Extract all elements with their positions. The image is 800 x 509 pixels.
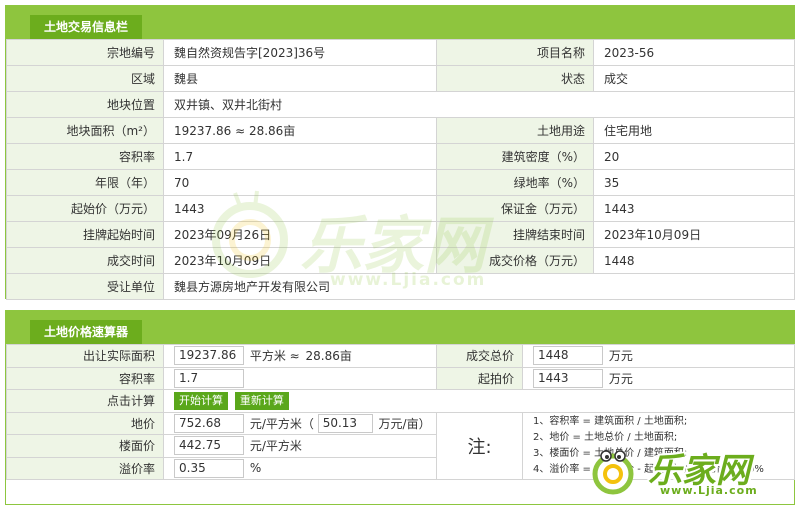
table-row: 受让单位 魏县方源房地产开发有限公司: [6, 273, 795, 300]
field-label: 挂牌结束时间: [436, 221, 594, 248]
table-row: 宗地编号 魏自然资规告字[2023]36号 项目名称 2023-56: [6, 39, 795, 66]
table-row: 点击计算 开始计算 重新计算: [6, 389, 795, 413]
list-item: 2、地价 = 土地总价 / 土地面积;: [533, 431, 678, 443]
price-calculator-panel: 土地价格速算器 出让实际面积 19237.86 平方米 ≈ 28.86亩 成交总…: [5, 310, 795, 505]
field-label: 状态: [436, 65, 594, 92]
reset-calc-button[interactable]: 重新计算: [234, 391, 289, 410]
field-value: 2023年10月09日: [593, 221, 795, 248]
list-item: 3、楼面价 = 土地总价 / 建筑面积;: [533, 447, 688, 459]
field-label: 年限（年）: [6, 169, 164, 196]
field-value: 2023年09月26日: [163, 221, 437, 248]
table-row: 地块位置 双井镇、双井北街村: [6, 91, 795, 118]
field-value: 1443: [593, 195, 795, 222]
table-row: 年限（年） 70 绿地率（%） 35: [6, 169, 795, 196]
table-row: 地价 752.68 元/平方米（ 50.13 万元/亩） 注: 1、容积率 = …: [6, 411, 795, 480]
land-price-mu-input[interactable]: 50.13: [317, 413, 373, 433]
field-label: 挂牌起始时间: [6, 221, 164, 248]
field-value: 魏县: [163, 65, 437, 92]
table-row: 挂牌起始时间 2023年09月26日 挂牌结束时间 2023年10月09日: [6, 221, 795, 248]
far-label: 容积率: [6, 366, 164, 390]
total-input[interactable]: 1448: [533, 346, 603, 366]
list-item: 4、溢价率 = （成交价 - 起拍价）/ 起拍价 × 100%: [533, 463, 764, 475]
area-label: 出让实际面积: [6, 344, 164, 368]
premium-input[interactable]: 0.35: [174, 458, 244, 478]
field-value: 35: [593, 169, 795, 196]
field-value: 1443: [163, 195, 437, 222]
calc-label: 点击计算: [6, 389, 164, 413]
formula-notes: 1、容积率 = 建筑面积 / 土地面积; 2、地价 = 土地总价 / 土地面积;…: [533, 414, 784, 478]
note-label: 注:: [467, 436, 492, 458]
field-value: 70: [163, 169, 437, 196]
area-input[interactable]: 19237.86: [174, 346, 244, 366]
total-label: 成交总价: [436, 344, 523, 368]
field-label: 地块面积（m²）: [6, 117, 164, 144]
field-value: 2023-56: [593, 39, 795, 66]
floor-price-input[interactable]: 442.75: [174, 436, 244, 456]
field-label: 成交时间: [6, 247, 164, 274]
area-mu: 28.86亩: [305, 349, 352, 364]
list-item: 1、容积率 = 建筑面积 / 土地面积;: [533, 415, 688, 427]
field-value: 住宅用地: [593, 117, 795, 144]
field-value: 双井镇、双井北街村: [163, 91, 795, 118]
field-label: 起始价（万元）: [6, 195, 164, 222]
field-value: 魏自然资规告字[2023]36号: [163, 39, 437, 66]
field-label: 宗地编号: [6, 39, 164, 66]
field-value: 1.7: [163, 143, 437, 170]
field-label: 土地用途: [436, 117, 594, 144]
field-label: 保证金（万元）: [436, 195, 594, 222]
field-value: 1448: [593, 247, 795, 274]
land-price-input[interactable]: 752.68: [174, 413, 244, 433]
table-row: 区域 魏县 状态 成交: [6, 65, 795, 92]
field-label: 绿地率（%）: [436, 169, 594, 196]
premium-label: 溢价率: [6, 456, 164, 480]
section-header-bar: 土地价格速算器: [6, 311, 794, 344]
table-row: 地块面积（m²） 19237.86 ≈ 28.86亩 土地用途 住宅用地: [6, 117, 795, 144]
table-row: 出让实际面积 19237.86 平方米 ≈ 28.86亩 成交总价 1448 万…: [6, 344, 795, 368]
table-row: 容积率 1.7 建筑密度（%） 20: [6, 143, 795, 170]
table-row: 起始价（万元） 1443 保证金（万元） 1443: [6, 195, 795, 222]
field-label: 受让单位: [6, 273, 164, 300]
far-input[interactable]: 1.7: [174, 368, 244, 388]
table-row: 成交时间 2023年10月09日 成交价格（万元） 1448: [6, 247, 795, 274]
field-value: 19237.86 ≈ 28.86亩: [163, 117, 437, 144]
field-label: 区域: [6, 65, 164, 92]
field-value: 魏县方源房地产开发有限公司: [163, 273, 795, 300]
land-price-mu-unit: 万元/亩）: [378, 416, 431, 431]
field-label: 地块位置: [6, 91, 164, 118]
premium-unit: %: [249, 461, 262, 476]
field-label: 容积率: [6, 143, 164, 170]
land-price-unit: 元/平方米（: [249, 416, 314, 431]
floor-price-label: 楼面价: [6, 434, 164, 458]
total-unit: 万元: [608, 349, 633, 364]
calculator-table: 出让实际面积 19237.86 平方米 ≈ 28.86亩 成交总价 1448 万…: [6, 344, 795, 480]
field-label: 建筑密度（%）: [436, 143, 594, 170]
field-value: 20: [593, 143, 795, 170]
area-unit: 平方米 ≈: [249, 349, 300, 364]
start-price-input[interactable]: 1443: [533, 368, 603, 388]
start-price-unit: 万元: [608, 371, 633, 386]
field-value: 成交: [593, 65, 795, 92]
field-label: 项目名称: [436, 39, 594, 66]
start-calc-button[interactable]: 开始计算: [174, 391, 228, 410]
section-title: 土地交易信息栏: [30, 15, 143, 39]
land-price-label: 地价: [6, 411, 164, 435]
land-info-table: 宗地编号 魏自然资规告字[2023]36号 项目名称 2023-56 区域 魏县 状态 成交地…: [6, 39, 795, 300]
floor-price-unit: 元/平方米: [249, 439, 302, 454]
field-value: 2023年10月09日: [163, 247, 437, 274]
section-title: 土地价格速算器: [30, 320, 143, 344]
table-row: 容积率 1.7 起拍价 1443 万元: [6, 366, 795, 390]
start-price-label: 起拍价: [436, 366, 523, 390]
land-transaction-panel: 土地交易信息栏 宗地编号 魏自然资规告字[2023]36号 项目名称 2023-56 区…: [5, 5, 795, 300]
section-header-bar: 土地交易信息栏: [6, 6, 794, 39]
field-label: 成交价格（万元）: [436, 247, 594, 274]
